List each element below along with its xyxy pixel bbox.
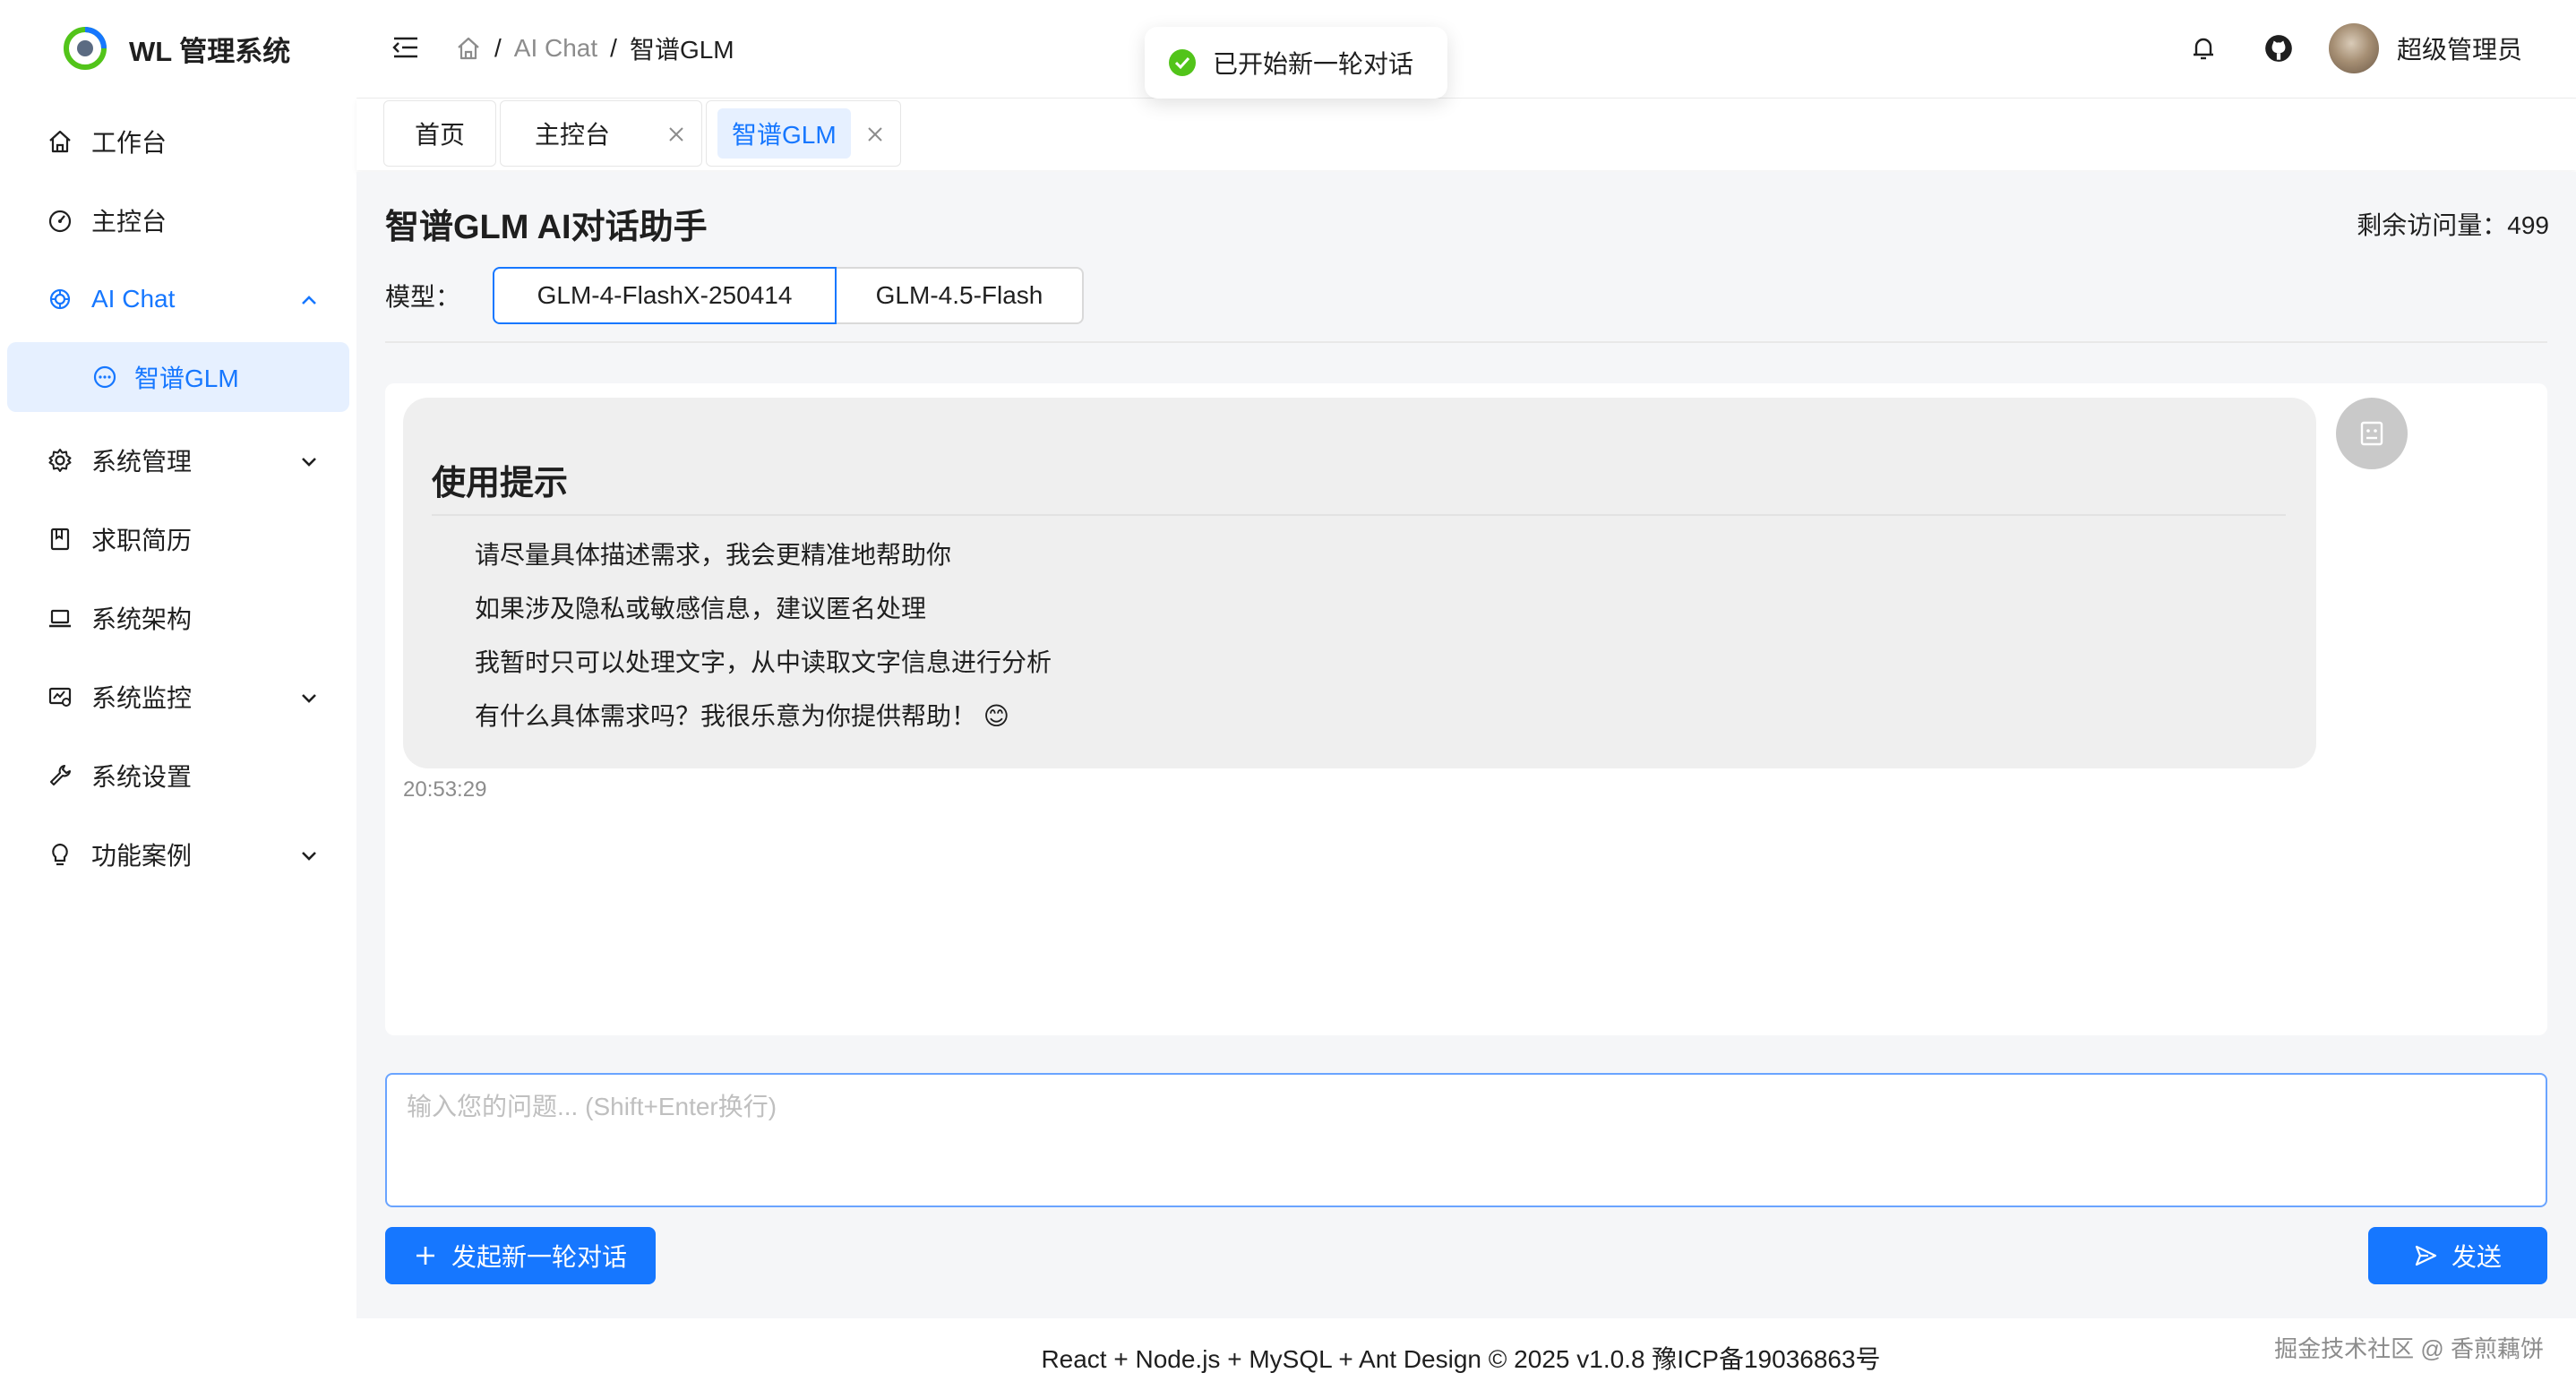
chevron-up-icon <box>302 296 316 305</box>
message-heading: 使用提示 <box>432 465 569 502</box>
sidebar: WL 管理系统 工作台 主控台 AI Chat 智谱GLM 系统管理 求职简历 … <box>0 0 356 1390</box>
check-circle-icon <box>1169 49 1196 76</box>
question-input[interactable] <box>385 1073 2547 1207</box>
success-toast: 已开始新一轮对话 <box>1145 27 1448 99</box>
model-segmented-control: GLM-4-FlashX-250414 GLM-4.5-Flash <box>493 267 1085 324</box>
tab-label: 首页 <box>414 121 465 149</box>
sidebar-menu: 工作台 主控台 AI Chat 智谱GLM 系统管理 求职简历 系统架构 系统监… <box>0 102 356 894</box>
breadcrumb: / AI Chat / 智谱GLM <box>455 29 734 68</box>
tab-bar: 首页 主控台 智谱GLM <box>356 99 2576 170</box>
logo-icon <box>64 27 107 70</box>
openai-icon <box>45 284 75 314</box>
tab-zhipu-glm[interactable]: 智谱GLM <box>706 100 901 167</box>
close-icon[interactable] <box>667 125 685 143</box>
chat-messages[interactable]: 使用提示 请尽量具体描述需求，我会更精准地帮助你 如果涉及隐私或敏感信息，建议匿… <box>385 383 2547 1035</box>
bulb-icon <box>45 839 75 870</box>
list-item: 如果涉及隐私或敏感信息，建议匿名处理 <box>475 595 927 622</box>
list-item: 我暂时只可以处理文字，从中读取文字信息进行分析 <box>475 648 1052 676</box>
user-name[interactable]: 超级管理员 <box>2397 30 2522 66</box>
new-chat-label: 发起新一轮对话 <box>451 1243 627 1271</box>
sidebar-item-console[interactable]: 主控台 <box>0 181 356 260</box>
bell-icon[interactable] <box>2185 30 2221 66</box>
sidebar-item-label: 系统架构 <box>91 605 193 633</box>
footer-text: React + Node.js + MySQL + Ant Design © 2… <box>1041 1345 1881 1373</box>
send-label: 发送 <box>2451 1243 2502 1271</box>
tab-home[interactable]: 首页 <box>383 100 496 167</box>
sidebar-subitem-zhipu-glm[interactable]: 智谱GLM <box>7 342 349 412</box>
home-icon[interactable] <box>455 35 482 62</box>
plus-icon <box>416 1247 434 1265</box>
sidebar-item-workbench[interactable]: 工作台 <box>0 102 356 181</box>
github-icon[interactable] <box>2261 30 2297 66</box>
new-chat-button[interactable]: 发起新一轮对话 <box>385 1227 656 1284</box>
chevron-down-icon <box>302 852 316 861</box>
page-title: 智谱GLM AI对话助手 <box>385 209 708 246</box>
header-actions: 超级管理员 <box>2146 20 2522 77</box>
send-icon <box>2415 1245 2437 1266</box>
sidebar-item-label: 功能案例 <box>91 842 193 870</box>
wrench-icon <box>45 760 75 791</box>
breadcrumb-ai-chat[interactable]: AI Chat <box>514 34 597 63</box>
breadcrumb-separator: / <box>494 34 502 62</box>
sidebar-item-examples[interactable]: 功能案例 <box>0 815 356 894</box>
robot-icon <box>2336 398 2408 469</box>
model-selector: 模型： GLM-4-FlashX-250414 GLM-4.5-Flash <box>385 267 1085 324</box>
sidebar-item-settings[interactable]: 系统设置 <box>0 736 356 815</box>
chevron-down-icon <box>302 458 316 467</box>
sidebar-item-label: 系统监控 <box>91 684 193 712</box>
sidebar-item-label: 求职简历 <box>91 527 193 554</box>
tab-console[interactable]: 主控台 <box>500 100 702 167</box>
menu-fold-icon[interactable] <box>391 32 421 63</box>
app-logo[interactable]: WL 管理系统 <box>63 25 290 72</box>
laptop-icon <box>45 603 75 633</box>
divider <box>385 341 2547 343</box>
top-header: / AI Chat / 智谱GLM 超级管理员 <box>356 0 2576 99</box>
list-item: 请尽量具体描述需求，我会更精准地帮助你 <box>475 541 952 569</box>
sidebar-item-label: 工作台 <box>91 129 167 157</box>
home-icon <box>45 126 75 157</box>
model-label: 模型： <box>385 283 461 311</box>
watermark: 掘金技术社区 @ 香煎藕饼 <box>2274 1335 2544 1362</box>
tab-label: 主控台 <box>535 121 611 149</box>
sidebar-item-monitoring[interactable]: 系统监控 <box>0 657 356 736</box>
footer: React + Node.js + MySQL + Ant Design © 2… <box>356 1318 2576 1390</box>
tab-label: 智谱GLM <box>717 108 851 159</box>
sidebar-item-system-management[interactable]: 系统管理 <box>0 421 356 500</box>
monitor-icon <box>45 682 75 712</box>
sidebar-item-ai-chat[interactable]: AI Chat <box>0 260 356 339</box>
remaining-quota: 剩余访问量：499 <box>2357 211 2549 239</box>
sidebar-item-architecture[interactable]: 系统架构 <box>0 579 356 657</box>
chat-icon <box>90 362 120 392</box>
avatar[interactable] <box>2328 23 2379 73</box>
model-option-glm-4-flashx[interactable]: GLM-4-FlashX-250414 <box>493 267 837 324</box>
message-timestamp: 20:53:29 <box>403 777 487 802</box>
book-icon <box>45 524 75 554</box>
breadcrumb-current: 智谱GLM <box>629 36 734 64</box>
app-title: WL 管理系统 <box>129 35 291 67</box>
sidebar-item-label: 系统管理 <box>91 448 193 476</box>
message-divider <box>432 514 2286 516</box>
send-button[interactable]: 发送 <box>2368 1227 2547 1284</box>
tips-list: 请尽量具体描述需求，我会更精准地帮助你 如果涉及隐私或敏感信息，建议匿名处理 我… <box>475 528 1052 743</box>
sidebar-item-label: 主控台 <box>91 208 167 236</box>
bot-message-bubble: 使用提示 请尽量具体描述需求，我会更精准地帮助你 如果涉及隐私或敏感信息，建议匿… <box>403 398 2316 768</box>
gear-icon <box>45 445 75 476</box>
main-content: 智谱GLM AI对话助手 剩余访问量：499 模型： GLM-4-FlashX-… <box>356 172 2576 1318</box>
sidebar-item-label: 系统设置 <box>91 763 193 791</box>
sidebar-item-label: AI Chat <box>91 285 176 313</box>
dashboard-icon <box>45 205 75 236</box>
chevron-down-icon <box>302 694 316 703</box>
breadcrumb-separator: / <box>610 34 617 62</box>
close-icon[interactable] <box>866 125 884 143</box>
toast-text: 已开始新一轮对话 <box>1213 50 1414 78</box>
list-item: 有什么具体需求吗？我很乐意为你提供帮助！ 😊 <box>475 702 1009 730</box>
sidebar-subitem-label: 智谱GLM <box>134 365 239 392</box>
sidebar-item-resume[interactable]: 求职简历 <box>0 500 356 579</box>
model-option-glm-4-5-flash[interactable]: GLM-4.5-Flash <box>837 267 1085 324</box>
